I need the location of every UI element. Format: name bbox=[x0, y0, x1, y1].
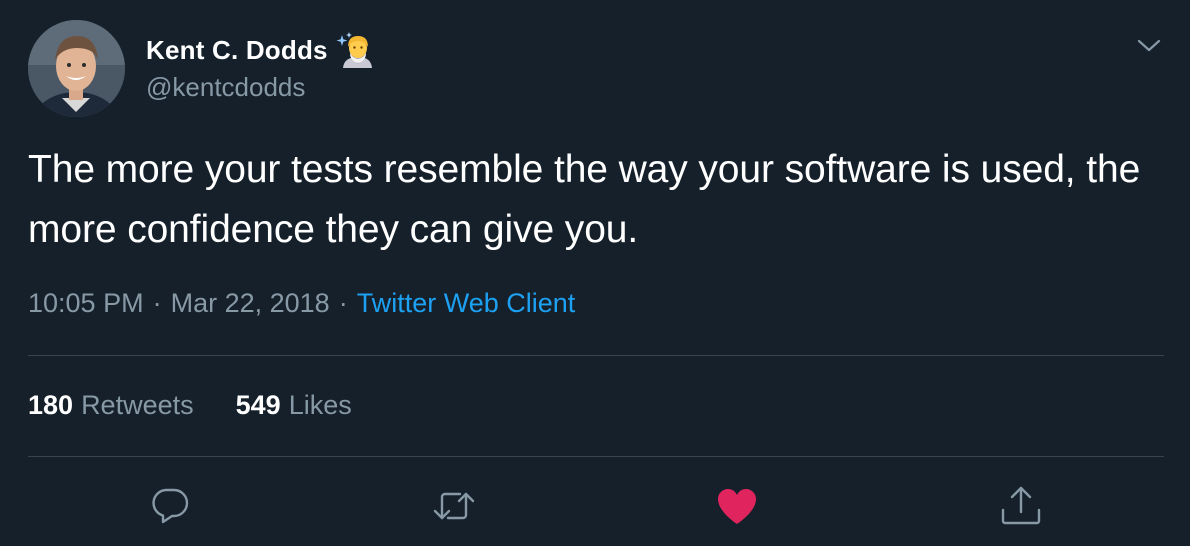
tweet-date[interactable]: Mar 22, 2018 bbox=[171, 288, 330, 318]
tweet-time[interactable]: 10:05 PM bbox=[28, 288, 144, 318]
like-button[interactable] bbox=[713, 482, 761, 530]
retweet-icon bbox=[433, 492, 475, 520]
divider bbox=[28, 456, 1164, 457]
mage-emoji-icon bbox=[336, 31, 374, 69]
avatar[interactable] bbox=[28, 20, 125, 117]
chevron-down-icon[interactable] bbox=[1133, 30, 1165, 62]
retweet-button[interactable] bbox=[430, 482, 478, 530]
tweet-detail: Kent C. Dodds @kentcdodds The more your … bbox=[0, 0, 1190, 546]
heart-icon bbox=[718, 489, 756, 524]
share-icon bbox=[1001, 486, 1041, 525]
divider bbox=[28, 355, 1164, 356]
display-name[interactable]: Kent C. Dodds bbox=[146, 35, 328, 66]
retweets-count: 180 bbox=[28, 390, 74, 420]
reply-icon bbox=[152, 488, 189, 524]
tweet-stats: 180 Retweets 549 Likes bbox=[28, 390, 352, 421]
reply-button[interactable] bbox=[146, 482, 194, 530]
likes-count: 549 bbox=[235, 390, 281, 420]
retweets-label: Retweets bbox=[81, 390, 194, 420]
avatar-photo bbox=[28, 20, 125, 117]
likes-stat[interactable]: 549 Likes bbox=[236, 390, 352, 421]
meta-separator: · bbox=[338, 288, 348, 318]
tweet-text: The more your tests resemble the way you… bbox=[28, 148, 1141, 251]
tweet-meta: 10:05 PM · Mar 22, 2018 · Twitter Web Client bbox=[28, 288, 575, 319]
meta-separator: · bbox=[152, 288, 162, 318]
share-button[interactable] bbox=[997, 482, 1045, 530]
tweet-client-link[interactable]: Twitter Web Client bbox=[357, 288, 576, 318]
retweets-stat[interactable]: 180 Retweets bbox=[28, 390, 194, 421]
display-name-row: Kent C. Dodds bbox=[146, 30, 374, 70]
handle[interactable]: @kentcdodds bbox=[146, 72, 305, 103]
action-bar bbox=[0, 482, 1190, 532]
likes-label: Likes bbox=[288, 390, 352, 420]
